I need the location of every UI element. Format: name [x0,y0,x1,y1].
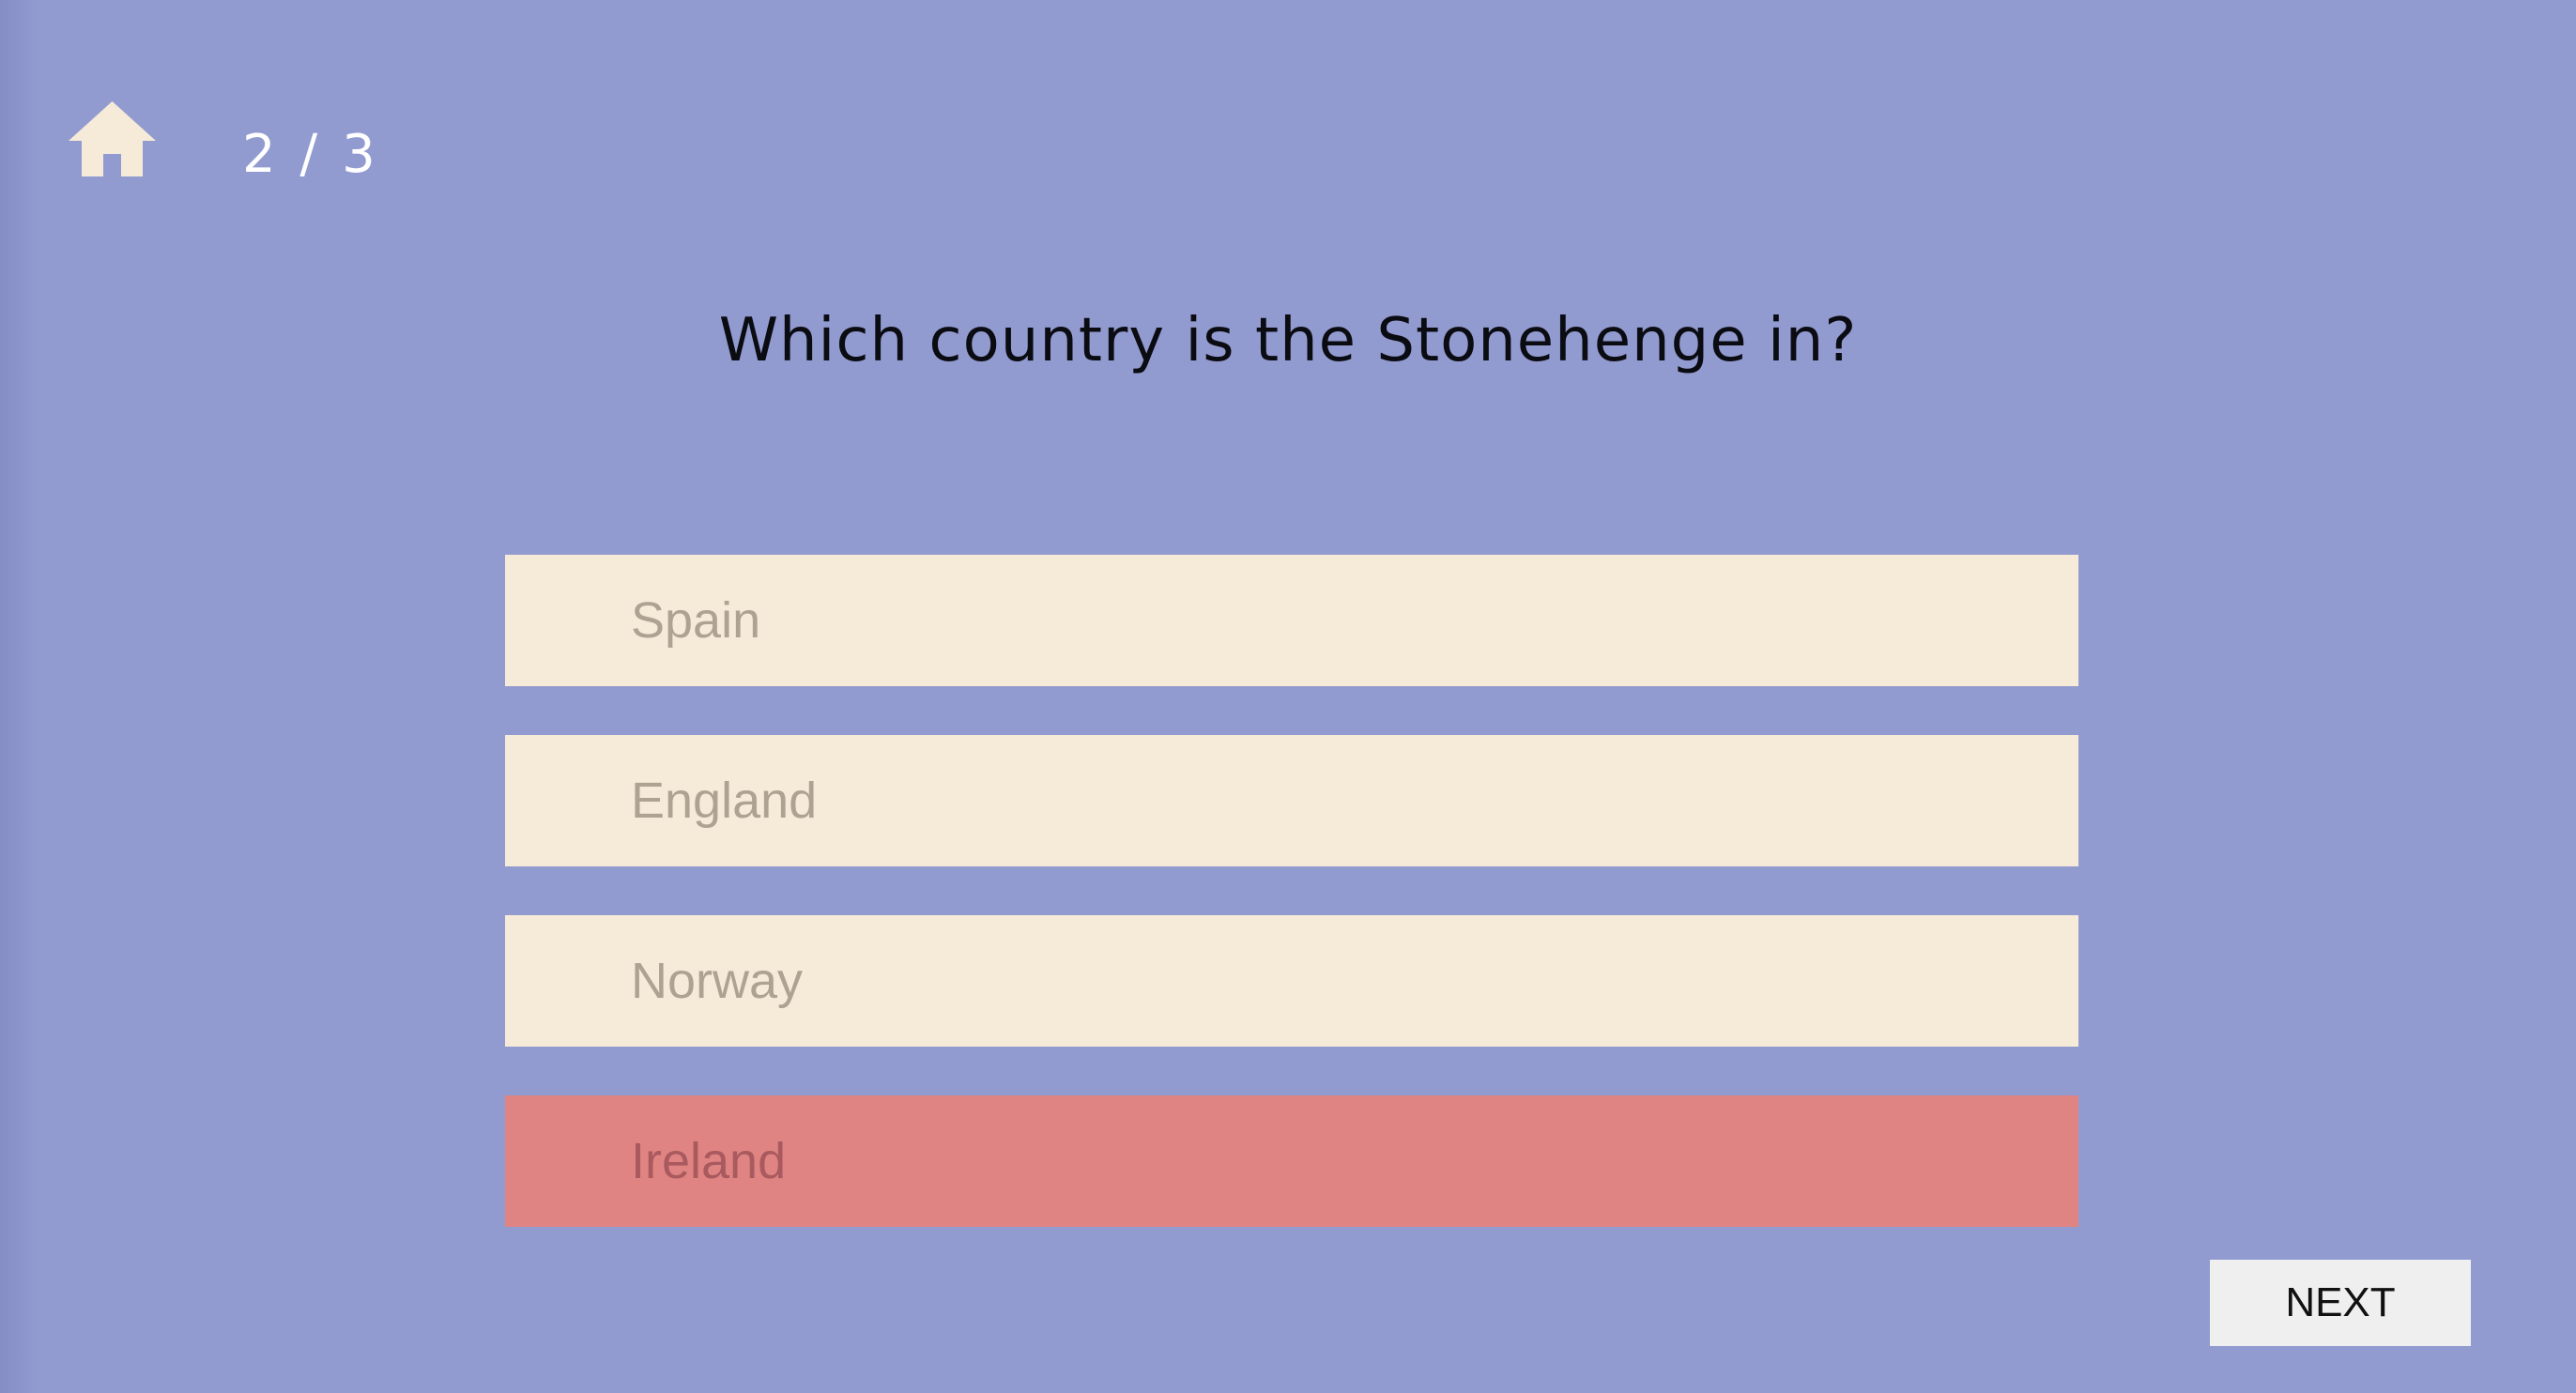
home-icon [69,101,156,176]
answer-option-england[interactable]: England [505,735,2078,866]
answer-label: Spain [631,592,761,649]
question-text: Which country is the Stonehenge in? [718,306,1858,375]
answer-list: Spain England Norway Ireland [505,555,2078,1276]
question-progress: 2 / 3 [242,124,379,185]
answer-label: Ireland [631,1133,787,1189]
answer-option-norway[interactable]: Norway [505,915,2078,1047]
answer-label: England [631,773,818,829]
answer-option-ireland[interactable]: Ireland [505,1095,2078,1227]
home-button[interactable] [68,100,157,178]
left-edge-shade [0,0,38,1393]
answer-option-spain[interactable]: Spain [505,555,2078,686]
answer-label: Norway [631,953,804,1009]
next-button[interactable]: NEXT [2210,1260,2471,1346]
